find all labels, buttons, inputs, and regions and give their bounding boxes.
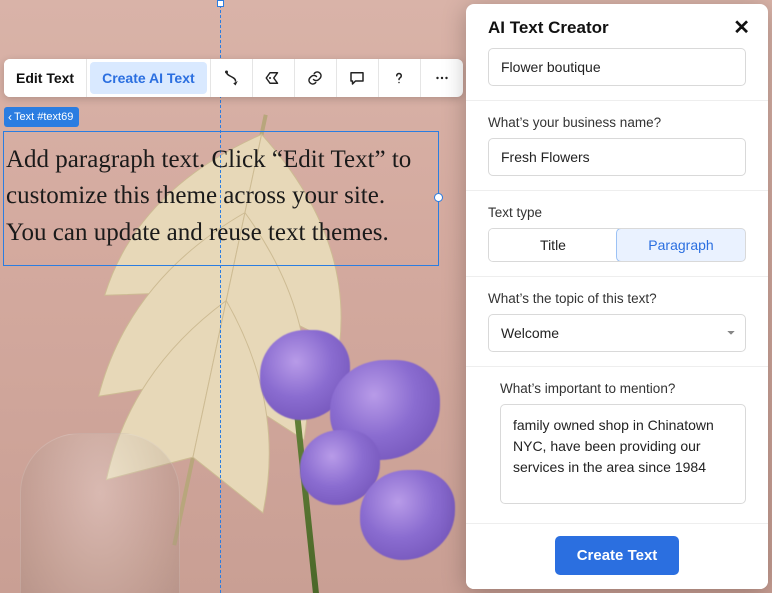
edit-text-button[interactable]: Edit Text xyxy=(4,59,87,97)
create-text-button[interactable]: Create Text xyxy=(555,536,680,575)
topic-select[interactable]: Welcome xyxy=(488,314,746,352)
editor-canvas: Edit Text Create AI Text Text #text69 Ad… xyxy=(0,0,772,593)
paragraph-text-content: Add paragraph text. Click “Edit Text” to… xyxy=(6,146,411,246)
text-type-label: Text type xyxy=(488,205,746,220)
text-type-segmented-control: Title Paragraph xyxy=(488,228,746,262)
ai-text-creator-panel: AI Text Creator ✕ What’s your business n… xyxy=(466,4,768,589)
text-toolbar: Edit Text Create AI Text xyxy=(4,59,463,97)
alignment-guide-handle xyxy=(217,0,224,7)
selected-text-element[interactable]: Add paragraph text. Click “Edit Text” to… xyxy=(3,131,439,266)
business-type-input[interactable] xyxy=(488,48,746,86)
orchid-decor xyxy=(360,470,455,560)
help-icon[interactable] xyxy=(379,59,421,97)
topic-label: What’s the topic of this text? xyxy=(488,291,746,306)
create-ai-text-button[interactable]: Create AI Text xyxy=(90,62,207,94)
orchid-decor xyxy=(260,330,350,420)
animation-icon[interactable] xyxy=(211,59,253,97)
panel-title: AI Text Creator xyxy=(488,18,609,38)
link-icon[interactable] xyxy=(295,59,337,97)
comment-icon[interactable] xyxy=(337,59,379,97)
vase-decor xyxy=(20,433,180,593)
text-type-title-option[interactable]: Title xyxy=(489,229,617,261)
important-textarea[interactable] xyxy=(500,404,746,504)
important-label: What’s important to mention? xyxy=(500,381,746,396)
orchid-decor xyxy=(330,360,440,460)
flower-stem-decor xyxy=(286,340,319,593)
orchid-decor xyxy=(300,430,380,505)
resize-handle-right[interactable] xyxy=(434,193,443,202)
more-icon[interactable] xyxy=(421,59,463,97)
business-name-input[interactable] xyxy=(488,138,746,176)
seo-tag-icon[interactable] xyxy=(253,59,295,97)
element-id-badge[interactable]: Text #text69 xyxy=(4,107,79,127)
close-icon[interactable]: ✕ xyxy=(733,18,750,38)
text-type-paragraph-option[interactable]: Paragraph xyxy=(616,228,746,262)
business-name-label: What’s your business name? xyxy=(488,115,746,130)
